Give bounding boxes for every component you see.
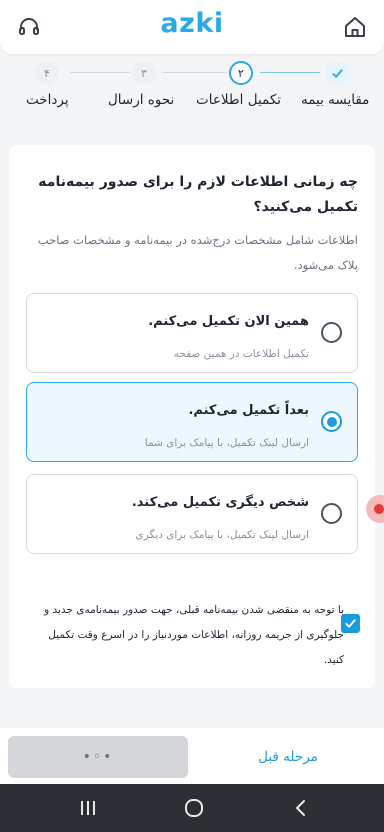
option-title: همین الان تکمیل می‌کنم. — [148, 314, 309, 329]
check-icon — [345, 619, 356, 628]
option-someone-else[interactable]: شخص دیگری تکمیل می‌کند. ارسال لینک تکمیل… — [26, 474, 358, 554]
loading-dots: •◦• — [82, 749, 114, 765]
step-2-label: تکمیل اطلاعات — [196, 92, 282, 108]
question-description: اطلاعات شامل مشخصات درج‌شده در بیمه‌نامه… — [37, 233, 358, 272]
step-connector — [163, 72, 227, 73]
option-now[interactable]: همین الان تکمیل می‌کنم. تکمیل اطلاعات در… — [26, 293, 358, 373]
step-4-circle: ۴ — [35, 61, 59, 85]
step-4-label: پرداخت — [26, 92, 69, 108]
back-chevron-icon[interactable] — [287, 796, 315, 820]
radio-button[interactable] — [321, 322, 342, 343]
step-2-circle: ۲ — [229, 61, 253, 85]
step-number: ۴ — [44, 66, 50, 80]
option-subtitle: ارسال لینک تکمیل، با پیامک برای شما — [144, 437, 309, 449]
system-navigation-bar — [0, 784, 384, 832]
step-3-label: نحوه ارسال — [108, 92, 175, 108]
step-1-circle — [325, 61, 349, 85]
step-number: ۳ — [141, 66, 147, 80]
radio-button[interactable] — [321, 503, 342, 524]
app-header: azki — [0, 0, 384, 54]
option-subtitle: ارسال لینک تکمیل، با پیامک برای دیگری — [135, 529, 309, 541]
radio-button-selected[interactable] — [321, 411, 342, 432]
step-1-label: مقایسه بیمه — [301, 92, 370, 108]
option-later[interactable]: بعداً تکمیل می‌کنم. ارسال لینک تکمیل، با… — [26, 382, 358, 462]
previous-step-label: مرحله قبل — [258, 749, 318, 765]
step-connector-done — [260, 72, 320, 73]
check-icon — [331, 68, 343, 78]
option-subtitle: تکمیل اطلاعات در همین صفحه — [173, 348, 309, 360]
option-title: بعداً تکمیل می‌کنم. — [188, 403, 309, 418]
logo[interactable]: azki — [0, 8, 384, 39]
consent-text: با توجه به منقضی شدن بیمه‌نامه قبلی، جهت… — [44, 604, 344, 666]
recent-apps-icon[interactable] — [74, 796, 102, 820]
step-3-circle: ۳ — [132, 61, 156, 85]
home-circle-icon[interactable] — [180, 796, 208, 820]
previous-step-button[interactable]: مرحله قبل — [200, 736, 376, 778]
next-step-button[interactable]: •◦• — [8, 736, 188, 778]
logo-text: azki — [160, 8, 224, 39]
question-title: چه زمانی اطلاعات لازم را برای صدور بیمه‌… — [38, 174, 358, 215]
home-icon[interactable] — [341, 13, 369, 41]
option-title: شخص دیگری تکمیل می‌کند. — [131, 495, 309, 510]
step-connector — [70, 72, 130, 73]
step-number: ۲ — [238, 66, 244, 80]
